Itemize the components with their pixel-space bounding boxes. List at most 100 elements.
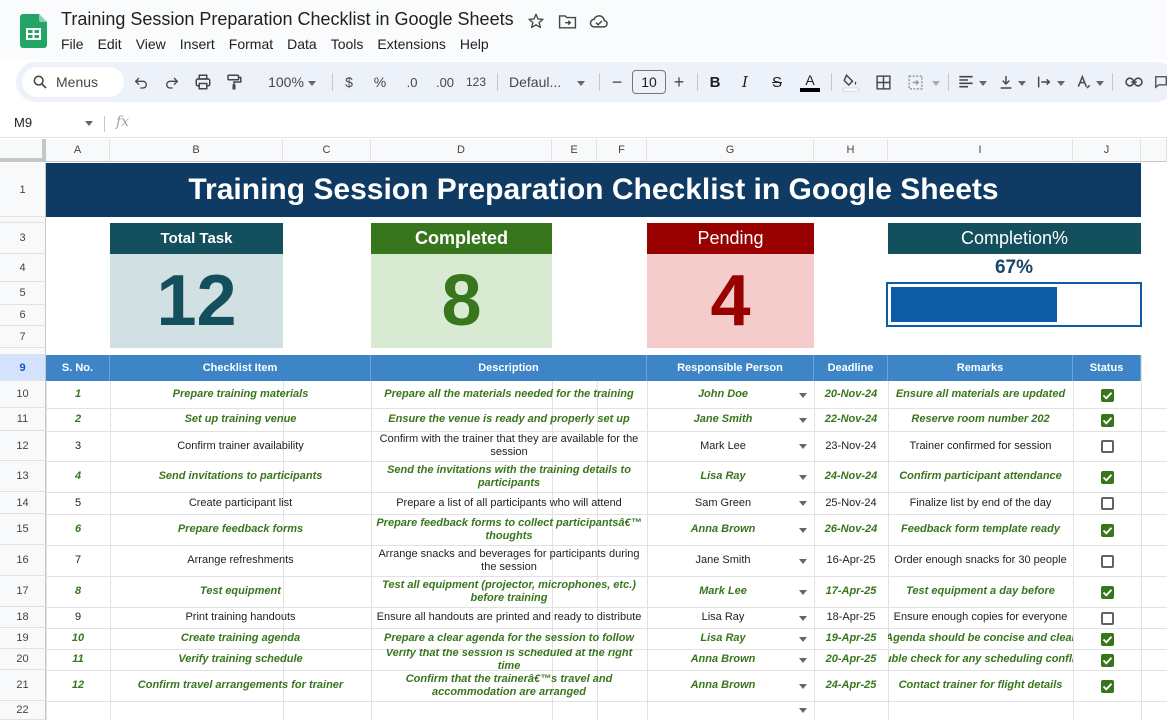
status-checkbox-checked[interactable] [1101, 470, 1114, 484]
task-number[interactable]: 6 [46, 514, 110, 545]
task-number[interactable]: 12 [46, 670, 110, 701]
task-person[interactable]: Lisa Ray [660, 628, 786, 649]
merge-chevron-down-icon[interactable] [932, 81, 940, 86]
bold-icon[interactable]: B [705, 70, 725, 94]
text-color-icon[interactable]: A [799, 70, 821, 94]
task-remarks[interactable]: Confirm participant attendance [888, 461, 1073, 492]
column-header-g[interactable]: G [647, 139, 814, 162]
task-item[interactable]: Test equipment [110, 576, 371, 607]
merge-cells-icon[interactable] [904, 70, 926, 94]
row-header-10[interactable]: 10 [0, 381, 46, 408]
task-deadline[interactable]: 16-Apr-25 [814, 545, 888, 576]
vertical-align-icon[interactable] [996, 70, 1016, 94]
task-remarks[interactable]: Agenda should be concise and clear [888, 628, 1073, 649]
menu-tools[interactable]: Tools [325, 35, 370, 53]
menu-help[interactable]: Help [454, 35, 495, 53]
status-checkbox-checked[interactable] [1101, 679, 1114, 693]
task-number[interactable]: 4 [46, 461, 110, 492]
task-number[interactable]: 8 [46, 576, 110, 607]
task-description[interactable]: Ensure all handouts are printed and read… [371, 607, 647, 628]
column-header-e[interactable]: E [552, 139, 597, 162]
task-remarks[interactable]: Order enough snacks for 30 people [888, 545, 1073, 576]
task-person[interactable]: Mark Lee [660, 576, 786, 607]
person-dropdown-chevron-icon[interactable] [799, 636, 807, 642]
menu-edit[interactable]: Edit [92, 35, 128, 53]
row-header-7[interactable]: 7 [0, 326, 46, 348]
person-dropdown-chevron-icon[interactable] [799, 558, 807, 564]
person-dropdown-chevron-icon[interactable] [799, 527, 807, 533]
decrease-font-size-icon[interactable]: − [608, 70, 626, 94]
cloud-status-icon[interactable] [588, 10, 610, 32]
rotation-chevron-down-icon[interactable] [1096, 81, 1104, 86]
task-deadline[interactable]: 20-Apr-25 [814, 649, 888, 670]
row-header-12[interactable]: 12 [0, 431, 46, 461]
row-header-21[interactable]: 21 [0, 670, 46, 701]
increase-font-size-icon[interactable]: + [670, 70, 688, 94]
task-person[interactable]: Lisa Ray [660, 607, 786, 628]
row-header-18[interactable]: 18 [0, 607, 46, 628]
status-checkbox-checked[interactable] [1101, 653, 1114, 667]
task-remarks[interactable]: Ensure enough copies for everyone [888, 607, 1073, 628]
fill-color-icon[interactable] [840, 70, 862, 94]
row-header-1[interactable]: 1 [0, 163, 46, 217]
row-header-13[interactable]: 13 [0, 461, 46, 492]
task-person[interactable]: Sam Green [660, 492, 786, 514]
redo-icon[interactable] [161, 70, 183, 94]
task-remarks[interactable]: Trainer confirmed for session [888, 431, 1073, 461]
task-description[interactable]: Prepare all the materials needed for the… [371, 381, 647, 408]
row-header-3[interactable]: 3 [0, 223, 46, 254]
status-checkbox-checked[interactable] [1101, 632, 1114, 646]
row-header-9[interactable]: 9 [0, 355, 46, 381]
task-description[interactable]: Prepare a list of all participants who w… [371, 492, 647, 514]
insert-link-icon[interactable] [1122, 70, 1146, 94]
menus-search[interactable]: Menus [22, 67, 124, 97]
task-item[interactable]: Prepare training materials [110, 381, 371, 408]
row-header-17[interactable]: 17 [0, 576, 46, 607]
row-header-8[interactable]: 8 [0, 348, 46, 355]
insert-comment-icon[interactable] [1154, 70, 1167, 94]
zoom-chevron-down-icon[interactable] [308, 81, 316, 86]
text-rotation-icon[interactable] [1073, 70, 1093, 94]
row-header-11[interactable]: 11 [0, 408, 46, 431]
status-checkbox-checked[interactable] [1101, 585, 1114, 599]
task-person[interactable]: Jane Smith [660, 408, 786, 431]
formula-input[interactable] [145, 116, 1145, 132]
task-deadline[interactable]: 20-Nov-24 [814, 381, 888, 408]
paint-format-icon[interactable] [223, 70, 245, 94]
column-header-b[interactable]: B [110, 139, 283, 162]
valign-chevron-down-icon[interactable] [1018, 81, 1026, 86]
row-header-22[interactable]: 22 [0, 701, 46, 720]
task-remarks[interactable]: Contact trainer for flight details [888, 670, 1073, 701]
task-number[interactable]: 3 [46, 431, 110, 461]
task-item[interactable]: Set up training venue [110, 408, 371, 431]
undo-icon[interactable] [130, 70, 152, 94]
column-header-f[interactable]: F [597, 139, 647, 162]
borders-icon[interactable] [872, 70, 894, 94]
print-icon[interactable] [192, 70, 214, 94]
task-person[interactable]: Mark Lee [660, 431, 786, 461]
column-header-i[interactable]: I [888, 139, 1073, 162]
task-person[interactable]: Lisa Ray [660, 461, 786, 492]
row-header-14[interactable]: 14 [0, 492, 46, 514]
horizontal-align-icon[interactable] [956, 70, 976, 94]
task-description[interactable]: Ensure the venue is ready and properly s… [371, 408, 647, 431]
font-family-select[interactable]: Defaul... [509, 70, 573, 94]
task-item[interactable]: Create participant list [110, 492, 371, 514]
person-dropdown-chevron-icon[interactable] [799, 417, 807, 423]
row-header-5[interactable]: 5 [0, 282, 46, 305]
task-item[interactable]: Print training handouts [110, 607, 371, 628]
task-description[interactable]: Confirm that the trainerâ€™s travel and … [371, 670, 647, 701]
person-dropdown-chevron-icon[interactable] [799, 392, 807, 398]
status-checkbox-unchecked[interactable] [1101, 497, 1114, 510]
row-header-4[interactable]: 4 [0, 254, 46, 282]
align-chevron-down-icon[interactable] [979, 81, 987, 86]
person-dropdown-chevron-icon[interactable] [799, 501, 807, 506]
task-deadline[interactable]: 25-Nov-24 [814, 492, 888, 514]
task-description[interactable]: Confirm with the trainer that they are a… [371, 431, 647, 461]
task-person[interactable]: Jane Smith [660, 545, 786, 576]
task-deadline[interactable]: 22-Nov-24 [814, 408, 888, 431]
strikethrough-icon[interactable]: S [767, 70, 787, 94]
name-box[interactable]: M9 [14, 115, 32, 130]
increase-decimal-button[interactable]: .00 [432, 70, 458, 94]
person-dropdown-chevron-icon[interactable] [799, 683, 807, 689]
